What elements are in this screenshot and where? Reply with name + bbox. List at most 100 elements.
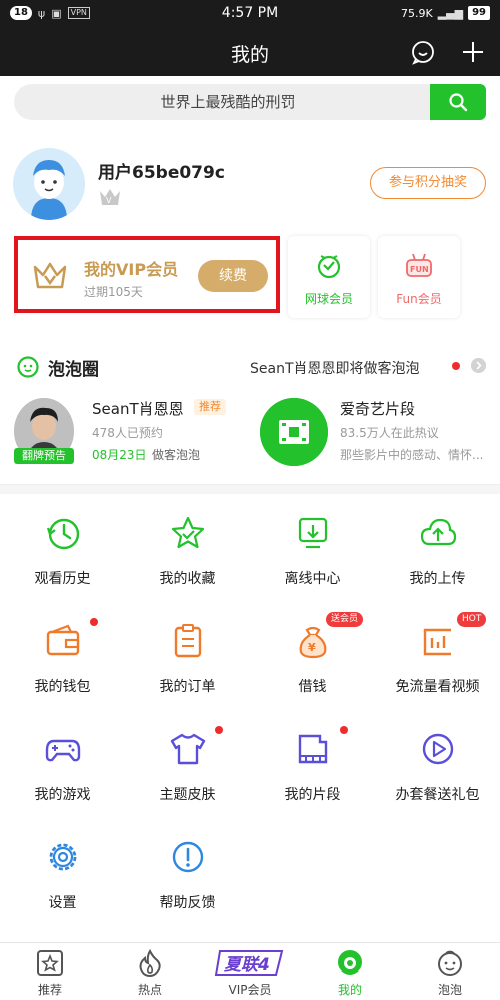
celebrity-name[interactable]: SeanT肖恩恩 (92, 398, 184, 419)
grid-item-history[interactable]: 观看历史 (0, 496, 125, 604)
crown-icon (33, 262, 67, 289)
film-icon (298, 734, 328, 764)
grid-item-uploads[interactable]: 我的上传 (375, 496, 500, 604)
grid-label: 帮助反馈 (159, 895, 216, 911)
tab-hot[interactable]: 热点 (100, 943, 200, 1000)
network-speed: 75.9K (400, 6, 433, 20)
tab-label: 推荐 (37, 983, 62, 997)
grid-item-help[interactable]: 帮助反馈 (125, 820, 250, 928)
status-bar: 18 ψ ▣ VPN 4:57 PM 75.9K ▂▄▆ 99 (0, 0, 500, 28)
discussion-count: 83.5万人在此热议 (340, 426, 439, 440)
grid-item-clips[interactable]: 我的片段 (250, 712, 375, 820)
paopao-items: 翻牌预告 SeanT肖恩恩 推荐 478人已预约 08月23日 做客泡泡 爱奇艺… (0, 394, 500, 466)
bottom-tab-bar: 推荐 热点 夏联4 VIP会员 我的 泡泡 (0, 942, 500, 1000)
chevron-right-icon[interactable] (471, 358, 486, 373)
svg-text:FUN: FUN (410, 265, 429, 274)
fun-membership-label: Fun会员 (396, 292, 442, 306)
reservation-count: 478人已预约 (92, 426, 163, 440)
username: 用户65be079c (98, 163, 225, 183)
notification-dot (90, 618, 98, 626)
search-bar (14, 84, 486, 120)
grid-label: 我的钱包 (34, 679, 91, 695)
search-icon (449, 93, 468, 112)
clip-title[interactable]: 爱奇艺片段 (340, 398, 415, 419)
tennis-membership-label: 网球会员 (304, 292, 353, 306)
play-icon (422, 733, 454, 765)
profile-face-icon (338, 950, 362, 975)
feature-grid: 观看历史 我的收藏 离线中心 我的上传 我的钱包 我的订单 ¥ 送会员 借钱 H… (0, 496, 500, 936)
upload-icon (420, 518, 457, 546)
grid-item-orders[interactable]: 我的订单 (125, 604, 250, 712)
grid-label: 我的游戏 (34, 787, 91, 803)
avatar[interactable] (13, 148, 85, 220)
grid-item-wallet[interactable]: 我的钱包 (0, 604, 125, 712)
tab-paopao[interactable]: 泡泡 (400, 943, 500, 1000)
star-icon (171, 516, 205, 549)
fun-membership-card[interactable]: FUN Fun会员 (378, 236, 460, 318)
grid-item-favorites[interactable]: 我的收藏 (125, 496, 250, 604)
download-icon (298, 517, 328, 549)
search-button[interactable] (430, 84, 486, 120)
summer-league-logo: 夏联4 (214, 950, 284, 976)
tab-label: 我的 (337, 983, 362, 997)
event-date: 08月23日 (92, 448, 147, 462)
tennis-clock-icon (317, 255, 341, 279)
svg-text:夏联4: 夏联4 (224, 955, 270, 975)
shirt-icon (170, 733, 206, 765)
points-lottery-button[interactable]: 参与积分抽奖 (370, 167, 486, 199)
vip-expiry: 过期105天 (84, 285, 143, 299)
paopao-icon (438, 950, 462, 976)
wallet-icon (46, 624, 80, 656)
notification-dot (452, 362, 460, 370)
money-bag-icon: ¥ (299, 626, 327, 659)
grid-label: 设置 (48, 895, 77, 911)
paopao-icon (17, 356, 39, 378)
search-input[interactable] (14, 84, 432, 120)
vip-title: 我的VIP会员 (84, 260, 179, 279)
settings-icon (49, 843, 77, 871)
grid-item-games[interactable]: 我的游戏 (0, 712, 125, 820)
film-icon (260, 398, 328, 466)
grid-label: 办套餐送礼包 (395, 787, 480, 803)
tab-vip[interactable]: 夏联4 VIP会员 (200, 943, 300, 1000)
grid-label: 我的订单 (159, 679, 216, 695)
clip-description: 那些影片中的感动、情怀... (340, 448, 484, 462)
plus-icon[interactable] (460, 39, 486, 65)
level-badge-icon: V (100, 189, 120, 205)
event-desc: 做客泡泡 (152, 448, 201, 462)
grid-label: 我的片段 (284, 787, 341, 803)
notification-dot (340, 726, 348, 734)
grid-label: 免流量看视频 (395, 679, 480, 695)
chat-icon[interactable] (410, 39, 436, 65)
help-icon (172, 841, 204, 873)
grid-item-themes[interactable]: 主题皮肤 (125, 712, 250, 820)
order-icon (174, 624, 202, 658)
tab-mine[interactable]: 我的 (300, 943, 400, 1000)
grid-label: 主题皮肤 (159, 787, 216, 803)
grid-item-settings[interactable]: 设置 (0, 820, 125, 928)
paopao-news[interactable]: SeanT肖恩恩即将做客泡泡 (250, 358, 420, 378)
tab-recommend[interactable]: 推荐 (0, 943, 100, 1000)
gift-badge: 送会员 (326, 612, 364, 627)
recommend-badge: 推荐 (194, 399, 226, 415)
grid-item-package-gift[interactable]: 办套餐送礼包 (375, 712, 500, 820)
grid-item-free-data[interactable]: HOT 免流量看视频 (375, 604, 500, 712)
flame-icon (139, 949, 161, 977)
chart-icon (423, 628, 451, 656)
tab-label: VIP会员 (228, 983, 272, 997)
paopao-header[interactable]: 泡泡圈 SeanT肖恩恩即将做客泡泡 (0, 348, 500, 384)
grid-item-borrow[interactable]: ¥ 送会员 借钱 (250, 604, 375, 712)
grid-label: 离线中心 (284, 571, 341, 587)
grid-label: 我的收藏 (159, 571, 216, 587)
vip-membership-card[interactable]: 我的VIP会员 过期105天 续费 (14, 236, 280, 313)
renew-button[interactable]: 续费 (198, 260, 268, 292)
recommend-icon (37, 950, 63, 976)
tennis-membership-card[interactable]: 网球会员 (288, 236, 370, 318)
main-content: 用户65be079c V 参与积分抽奖 我的VIP会员 过期105天 续费 网球… (0, 76, 500, 942)
grid-item-offline[interactable]: 离线中心 (250, 496, 375, 604)
clip-thumbnail[interactable] (260, 398, 328, 466)
fun-icon: FUN (406, 253, 432, 277)
svg-text:V: V (106, 196, 112, 205)
battery-icon: 99 (468, 6, 490, 20)
gamepad-icon (45, 739, 81, 762)
